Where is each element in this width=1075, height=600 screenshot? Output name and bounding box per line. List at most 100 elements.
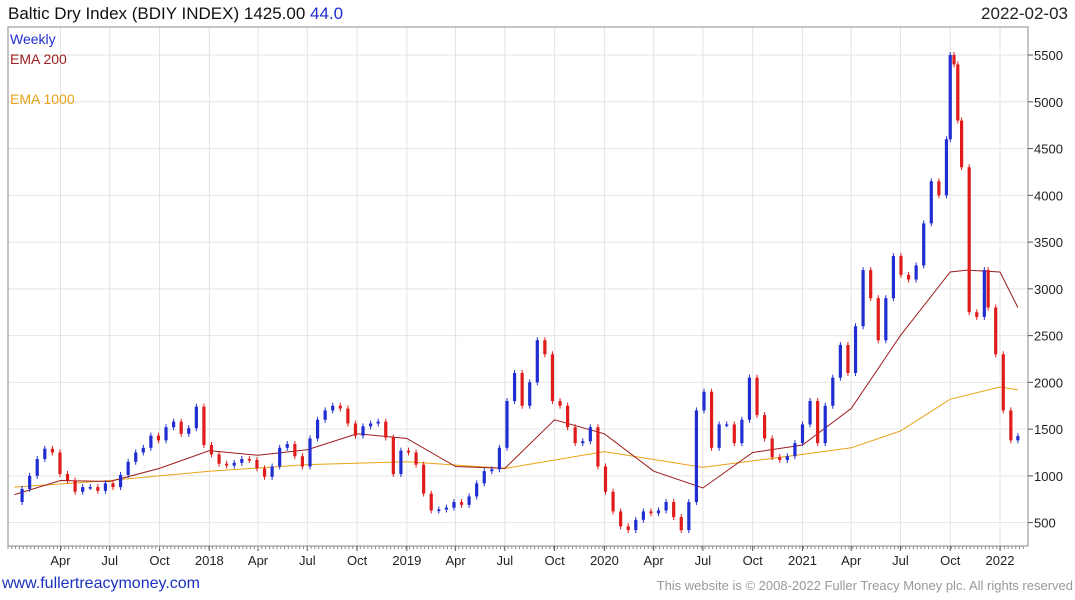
weekly-bar	[262, 468, 267, 477]
weekly-bars	[20, 52, 1020, 534]
weekly-bar	[437, 509, 441, 512]
weekly-bar	[891, 256, 896, 299]
weekly-bar	[641, 511, 645, 520]
weekly-bar	[172, 421, 176, 428]
x-tick-label: Jul	[497, 553, 514, 568]
weekly-bar	[747, 377, 752, 420]
weekly-bar	[967, 167, 971, 313]
weekly-bar	[187, 428, 191, 434]
weekly-bar	[35, 459, 39, 476]
weekly-bar	[725, 424, 729, 426]
weekly-bar	[482, 471, 486, 484]
weekly-bar	[626, 526, 630, 531]
weekly-bar	[535, 340, 539, 383]
y-axis: 500 1000 1500 2000 2500 3000 3500 4000 4500 5000 5…	[1028, 48, 1063, 531]
weekly-bar	[656, 510, 661, 514]
weekly-bar	[959, 120, 964, 168]
x-tick-label: 2020	[590, 553, 619, 568]
weekly-bar	[353, 423, 358, 436]
weekly-bar	[994, 307, 998, 355]
x-tick-label: Jul	[892, 553, 909, 568]
weekly-bar	[141, 447, 145, 453]
weekly-bar	[793, 443, 797, 457]
weekly-bar	[558, 401, 562, 406]
weekly-bar	[369, 423, 373, 427]
weekly-bar	[361, 426, 365, 436]
weekly-bar	[308, 438, 312, 467]
x-tick-label: 2018	[195, 553, 224, 568]
weekly-bar	[770, 438, 774, 458]
weekly-bar	[573, 427, 577, 444]
weekly-bar	[164, 427, 168, 441]
weekly-bar	[58, 452, 62, 474]
weekly-bar	[459, 502, 464, 505]
weekly-bar	[88, 487, 92, 489]
weekly-bar	[217, 454, 221, 464]
weekly-bar	[672, 502, 676, 518]
weekly-bar	[65, 473, 70, 481]
weekly-bar	[588, 427, 592, 442]
weekly-bar	[444, 507, 448, 510]
x-tick-label: Oct	[347, 553, 368, 568]
weekly-bar	[679, 517, 683, 531]
weekly-bar	[429, 493, 433, 511]
weekly-bar	[270, 466, 274, 477]
website-link[interactable]: www.fullertreacymoney.com	[2, 575, 200, 593]
x-tick-label: Apr	[644, 553, 665, 568]
weekly-bar	[103, 483, 108, 491]
chart-title: Baltic Dry Index (BDIY INDEX) 1425.00 44…	[8, 4, 343, 24]
weekly-bar	[497, 447, 502, 470]
weekly-bar	[81, 487, 85, 492]
x-tick-label: Oct	[149, 553, 170, 568]
weekly-bar	[687, 502, 691, 531]
weekly-bar	[28, 475, 32, 489]
weekly-bar	[543, 340, 547, 355]
weekly-bar	[740, 419, 744, 444]
x-tick-label: Apr	[248, 553, 269, 568]
legend-ema1000: EMA 1000	[10, 91, 75, 107]
x-tick-label: Oct	[940, 553, 961, 568]
x-tick-label: Jul	[299, 553, 316, 568]
weekly-bar	[225, 463, 229, 466]
x-tick-label: Jul	[101, 553, 118, 568]
weekly-bar	[876, 298, 880, 341]
weekly-bar	[952, 55, 956, 65]
weekly-bar	[285, 444, 289, 448]
weekly-bar	[73, 480, 77, 492]
weekly-bar	[853, 326, 858, 373]
y-tick-label: 5500	[1034, 48, 1063, 63]
weekly-bar	[702, 391, 706, 411]
weekly-bar	[422, 464, 426, 494]
weekly-bar	[611, 491, 615, 512]
weekly-bar	[785, 456, 789, 460]
weekly-bar	[831, 377, 835, 406]
weekly-bar	[581, 441, 585, 444]
weekly-bar	[816, 401, 820, 444]
y-tick-label: 4000	[1034, 188, 1063, 203]
y-tick-label: 4500	[1034, 142, 1063, 157]
y-tick-label: 500	[1034, 516, 1056, 531]
weekly-bar	[649, 511, 653, 514]
weekly-bar	[512, 373, 517, 402]
weekly-bar	[520, 373, 524, 406]
weekly-bar	[869, 270, 873, 299]
weekly-bar	[490, 469, 494, 472]
weekly-bar	[823, 405, 827, 444]
weekly-bar	[255, 459, 259, 469]
x-tick-label: 2021	[788, 553, 817, 568]
weekly-bar	[96, 487, 100, 491]
weekly-bar	[323, 410, 327, 420]
y-tick-label: 1000	[1034, 469, 1063, 484]
weekly-bar	[331, 405, 335, 411]
weekly-bar	[209, 445, 214, 455]
legend-ema200: EMA 200	[10, 51, 67, 67]
weekly-bar	[808, 401, 812, 425]
weekly-bar	[475, 483, 479, 497]
weekly-bar	[664, 502, 668, 511]
weekly-bar	[315, 419, 320, 439]
weekly-bar	[452, 502, 456, 508]
x-tick-label: Apr	[50, 553, 71, 568]
weekly-bar	[800, 424, 805, 444]
weekly-bar	[694, 410, 699, 503]
weekly-bar	[43, 448, 47, 460]
